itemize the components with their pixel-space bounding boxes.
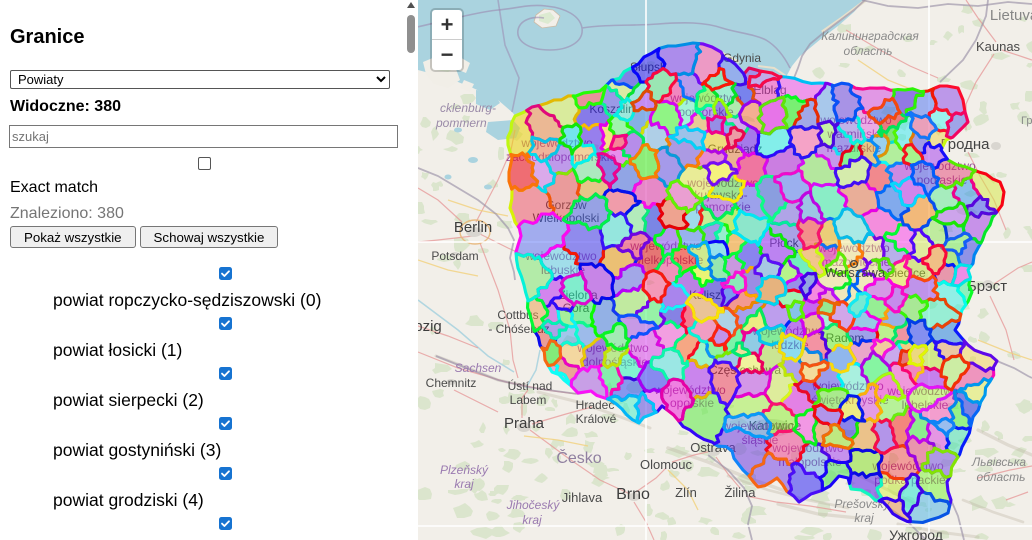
svg-text:Sachsen: Sachsen <box>455 361 502 375</box>
svg-text:Ústí nad: Ústí nad <box>508 378 553 393</box>
svg-text:kraj: kraj <box>854 511 874 525</box>
svg-text:kraj: kraj <box>454 477 474 491</box>
svg-text:Žilina: Žilina <box>724 485 756 500</box>
svg-text:Jihlava: Jihlava <box>562 490 603 505</box>
svg-text:Kaunas: Kaunas <box>976 39 1021 54</box>
svg-text:Potsdam: Potsdam <box>431 249 478 263</box>
svg-text:Chemnitz: Chemnitz <box>426 376 477 390</box>
svg-text:Labem: Labem <box>510 393 547 407</box>
svg-text:Ужгород: Ужгород <box>889 527 943 540</box>
svg-text:Lietuva: Lietuva <box>990 7 1032 24</box>
svg-text:Львівська: Львівська <box>971 455 1026 469</box>
svg-text:Berlin: Berlin <box>454 219 492 236</box>
svg-text:Praha: Praha <box>504 415 545 432</box>
svg-text:cklenburg-: cklenburg- <box>440 101 496 115</box>
svg-text:Warszawa: Warszawa <box>825 265 886 280</box>
svg-text:Olomouc: Olomouc <box>640 457 693 472</box>
svg-text:Česko: Česko <box>556 448 601 467</box>
svg-text:область: область <box>977 470 1026 484</box>
svg-text:область: область <box>844 44 893 58</box>
svg-text:pommern: pommern <box>435 116 487 130</box>
svg-text:Калининградская: Калининградская <box>821 29 919 43</box>
svg-text:kraj: kraj <box>522 513 542 527</box>
svg-text:Plzeňský: Plzeňský <box>440 463 489 477</box>
svg-text:Jihočeský: Jihočeský <box>506 498 561 512</box>
svg-text:Králové: Králové <box>576 412 617 426</box>
svg-text:Zlín: Zlín <box>675 485 697 500</box>
svg-text:Brno: Brno <box>616 486 650 503</box>
svg-text:Гродзенская: Гродзенская <box>1021 115 1032 127</box>
svg-text:pzig: pzig <box>418 318 442 335</box>
